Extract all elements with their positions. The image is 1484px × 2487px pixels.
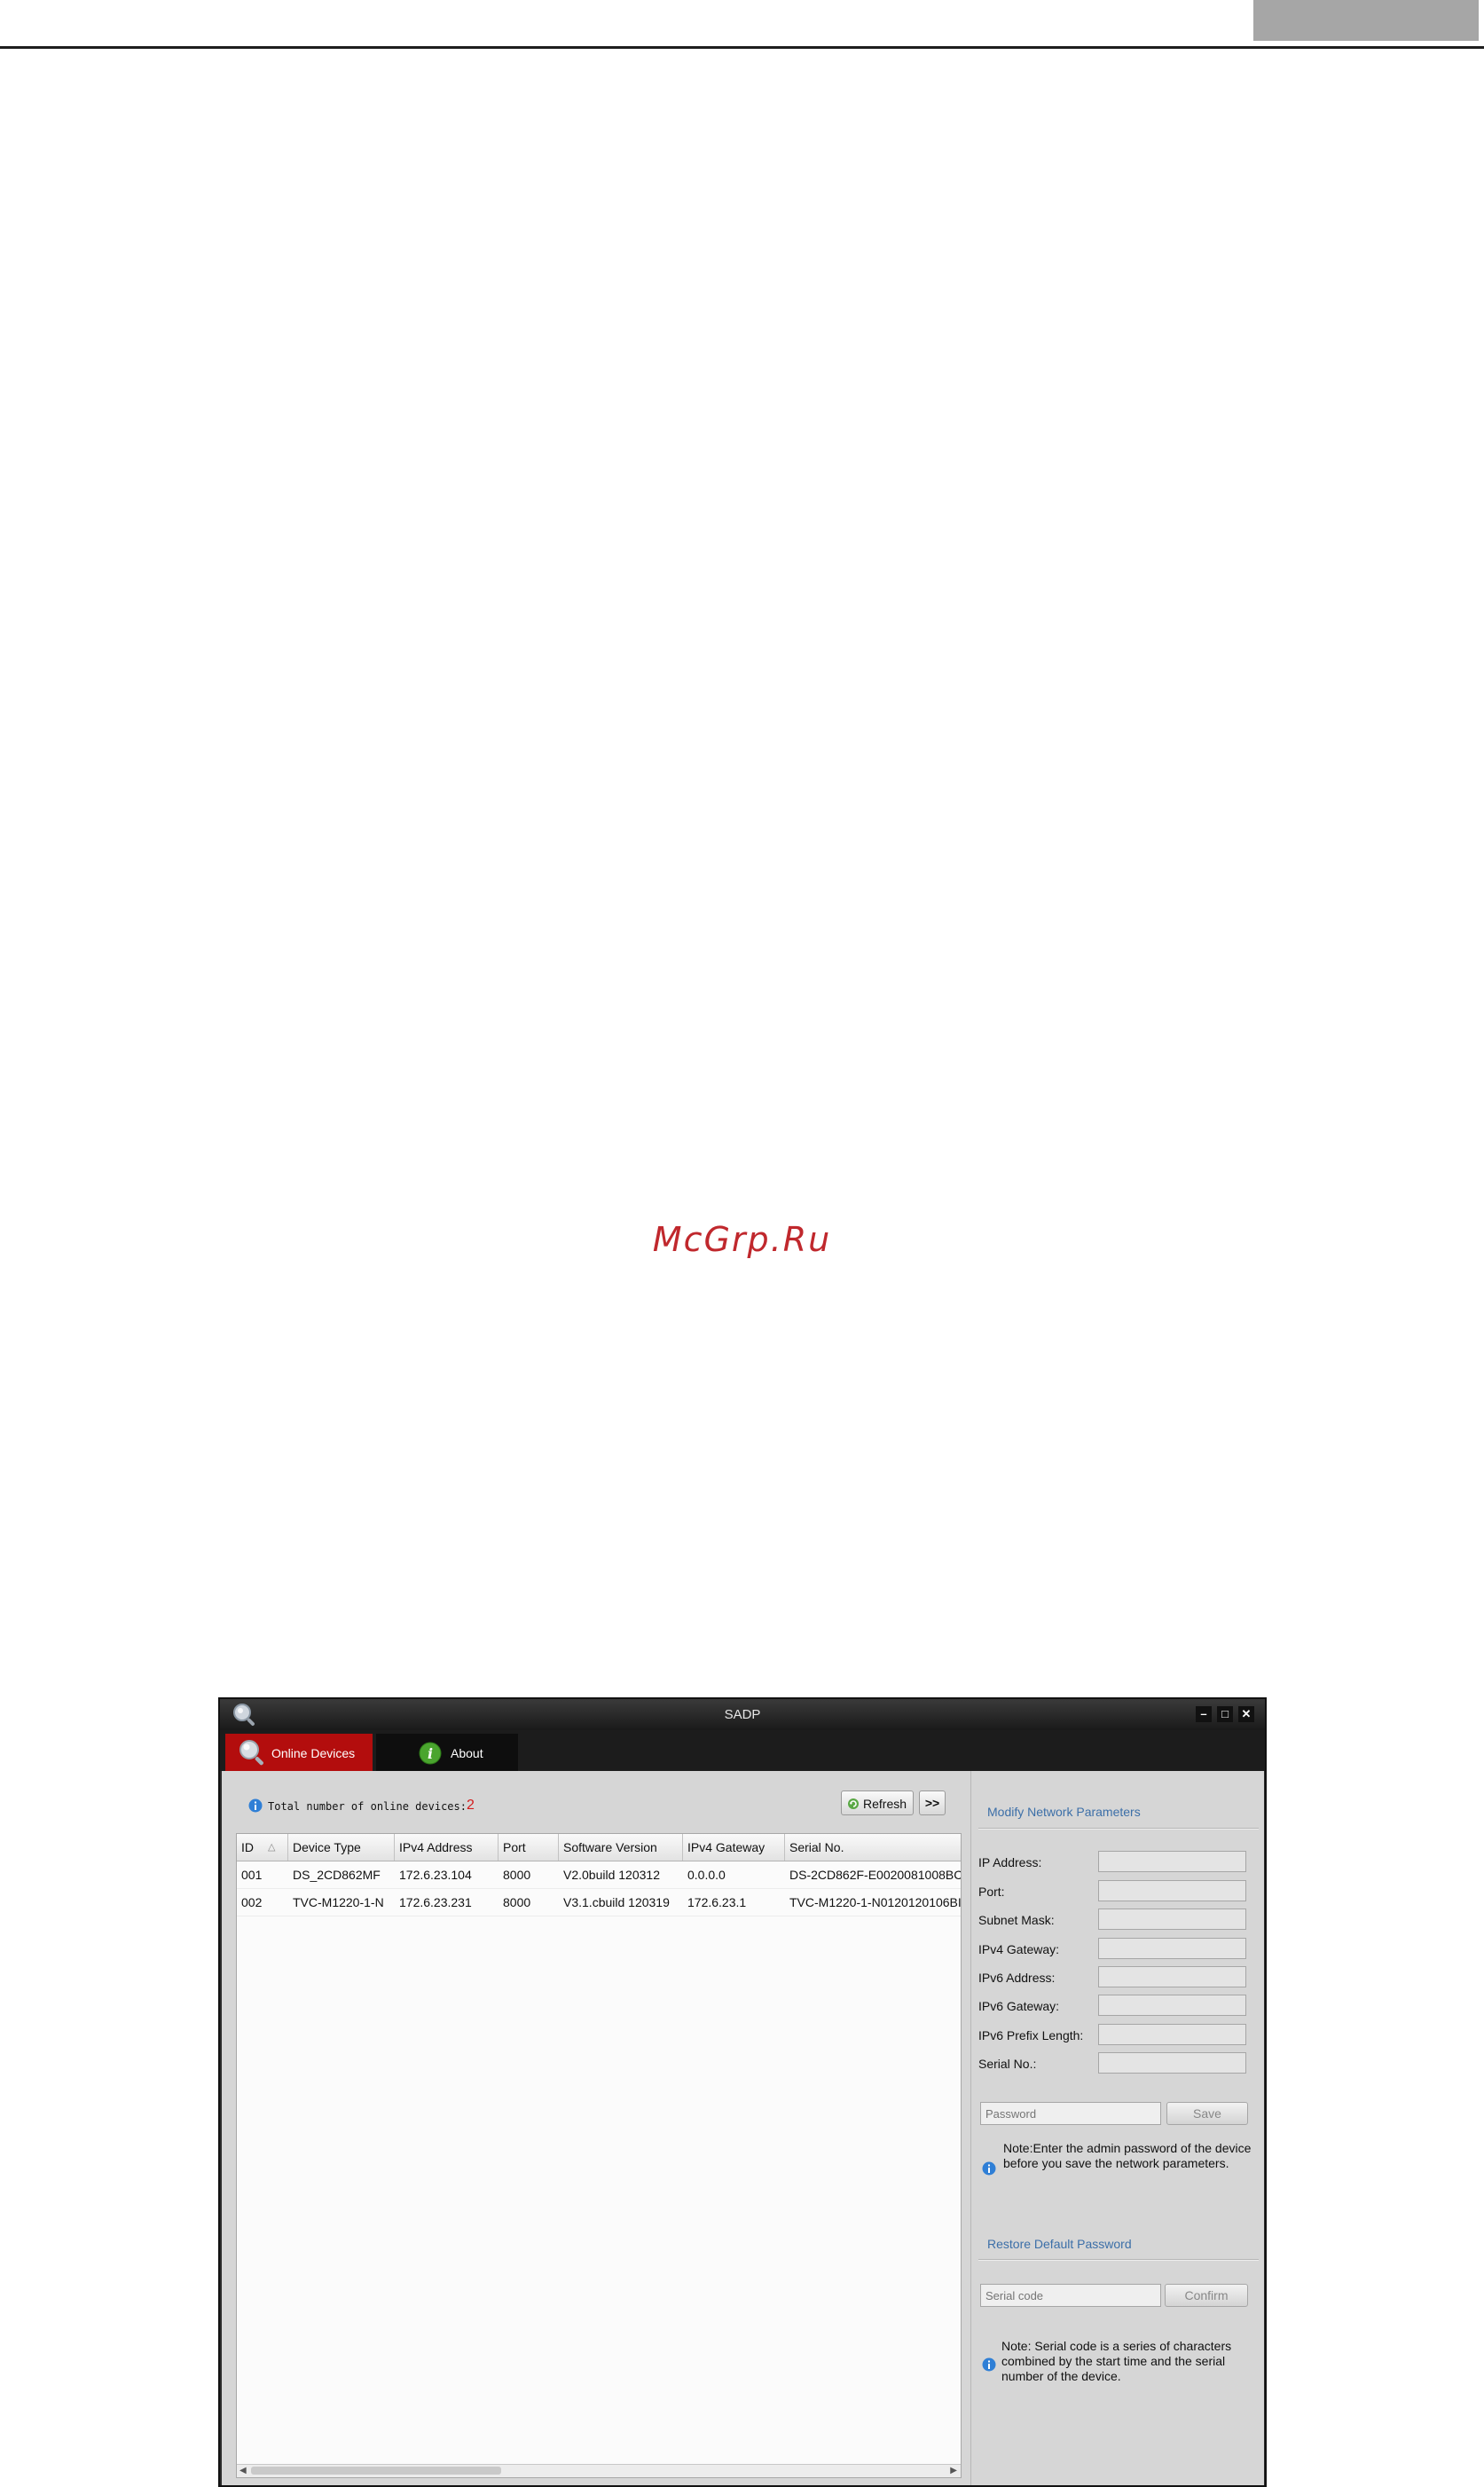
column-header-ipv4-gateway[interactable]: IPv4 Gateway	[683, 1834, 785, 1861]
page-header-box	[1253, 0, 1479, 41]
serial-code-note-text: Note: Serial code is a series of charact…	[1001, 2339, 1232, 2383]
cell-ipv4-gateway: 172.6.23.1	[687, 1895, 747, 1909]
modify-network-title: Modify Network Parameters	[987, 1805, 1141, 1819]
scrollbar-thumb[interactable]	[251, 2467, 501, 2475]
column-header-software-version[interactable]: Software Version	[559, 1834, 683, 1861]
online-devices-icon	[239, 1740, 263, 1766]
ipv6-address-field[interactable]	[1098, 1966, 1246, 1987]
maximize-button[interactable]: □	[1217, 1706, 1233, 1722]
ipv6-gateway-field[interactable]	[1098, 1995, 1246, 2016]
sadp-window: SADP – □ ✕ Online Devices i About Total …	[218, 1697, 1267, 2487]
scroll-right-icon[interactable]: ▶	[950, 2465, 957, 2477]
table-header: ID △ Device Type IPv4 Address Port Softw…	[237, 1834, 961, 1861]
cell-software-version: V3.1.cbuild 120319	[563, 1895, 670, 1909]
cell-ipv4-address: 172.6.23.104	[399, 1868, 472, 1882]
about-info-icon: i	[419, 1742, 442, 1765]
cell-ipv4-gateway: 0.0.0.0	[687, 1868, 726, 1882]
ipv4-gateway-field[interactable]	[1098, 1938, 1246, 1959]
scroll-left-icon[interactable]: ◀	[239, 2465, 247, 2477]
device-table: ID △ Device Type IPv4 Address Port Softw…	[236, 1833, 962, 2478]
watermark-text: McGrp.Ru	[652, 1220, 832, 1259]
column-header-port[interactable]: Port	[499, 1834, 559, 1861]
cell-id: 002	[241, 1895, 263, 1909]
tab-about[interactable]: i About	[376, 1734, 518, 1771]
cell-port: 8000	[503, 1868, 531, 1882]
table-row[interactable]: 001 DS_2CD862MF 172.6.23.104 8000 V2.0bu…	[237, 1861, 961, 1889]
tab-about-label: About	[451, 1746, 483, 1760]
cell-software-version: V2.0build 120312	[563, 1868, 660, 1882]
device-list-pane: Total number of online devices: 2 Refres…	[222, 1771, 967, 2485]
refresh-button[interactable]: Refresh	[841, 1790, 914, 1815]
parameters-pane: Modify Network Parameters IP Address: Po…	[970, 1771, 1264, 2485]
horizontal-scrollbar[interactable]: ◀ ▶	[237, 2464, 961, 2477]
ipv6-prefix-length-label: IPv6 Prefix Length:	[978, 2028, 1084, 2042]
ip-address-label: IP Address:	[978, 1855, 1042, 1869]
section-divider	[978, 2259, 1259, 2261]
info-icon	[982, 2161, 996, 2176]
ipv6-prefix-length-field[interactable]	[1098, 2024, 1246, 2045]
page-header-rule	[0, 46, 1484, 49]
cell-device-type: TVC-M1220-1-N	[293, 1895, 384, 1909]
cell-ipv4-address: 172.6.23.231	[399, 1895, 472, 1909]
port-field[interactable]	[1098, 1880, 1246, 1901]
ipv4-gateway-label: IPv4 Gateway:	[978, 1942, 1060, 1956]
confirm-button[interactable]: Confirm	[1165, 2284, 1248, 2307]
info-icon	[982, 2357, 996, 2372]
serial-code-input[interactable]	[980, 2284, 1161, 2307]
cell-serial-no: DS-2CD862F-E0020081008BC	[789, 1868, 962, 1882]
serial-no-label: Serial No.:	[978, 2057, 1037, 2071]
close-button[interactable]: ✕	[1238, 1706, 1254, 1722]
ip-address-field[interactable]	[1098, 1851, 1246, 1872]
column-header-device-type[interactable]: Device Type	[288, 1834, 395, 1861]
window-titlebar[interactable]: SADP – □ ✕	[220, 1699, 1265, 1730]
tab-bar: Online Devices i About	[220, 1730, 1265, 1771]
save-note-text: Note:Enter the admin password of the dev…	[1003, 2141, 1252, 2170]
subnet-mask-label: Subnet Mask:	[978, 1913, 1055, 1927]
restore-password-title: Restore Default Password	[987, 2237, 1132, 2251]
section-divider	[978, 1828, 1259, 1830]
window-title: SADP	[724, 1707, 761, 1722]
tab-online-devices[interactable]: Online Devices	[225, 1734, 373, 1771]
cell-id: 001	[241, 1868, 263, 1882]
cell-device-type: DS_2CD862MF	[293, 1868, 381, 1882]
serial-no-field[interactable]	[1098, 2052, 1246, 2074]
minimize-button[interactable]: –	[1196, 1706, 1212, 1722]
svg-text:i: i	[428, 1745, 433, 1762]
sort-arrow-icon: △	[268, 1842, 276, 1853]
save-button[interactable]: Save	[1166, 2102, 1248, 2125]
total-devices-label: Total number of online devices:	[268, 1800, 467, 1813]
ipv6-address-label: IPv6 Address:	[978, 1971, 1056, 1985]
cell-port: 8000	[503, 1895, 531, 1909]
ipv6-gateway-label: IPv6 Gateway:	[978, 1999, 1060, 2013]
subnet-mask-field[interactable]	[1098, 1909, 1246, 1930]
password-input[interactable]	[980, 2102, 1161, 2125]
refresh-icon	[848, 1798, 859, 1809]
main-content: Total number of online devices: 2 Refres…	[222, 1771, 1264, 2485]
refresh-label: Refresh	[863, 1797, 907, 1811]
column-header-id[interactable]: ID	[237, 1834, 288, 1861]
cell-serial-no: TVC-M1220-1-N0120120106BI	[789, 1895, 962, 1909]
port-label: Port:	[978, 1885, 1005, 1899]
table-row[interactable]: 002 TVC-M1220-1-N 172.6.23.231 8000 V3.1…	[237, 1889, 961, 1916]
total-devices-count: 2	[467, 1798, 475, 1813]
tab-online-devices-label: Online Devices	[271, 1746, 356, 1760]
column-header-ipv4-address[interactable]: IPv4 Address	[395, 1834, 499, 1861]
info-icon	[248, 1798, 263, 1813]
expand-panel-button[interactable]: >>	[919, 1790, 946, 1815]
column-header-serial-no[interactable]: Serial No.	[785, 1834, 961, 1861]
